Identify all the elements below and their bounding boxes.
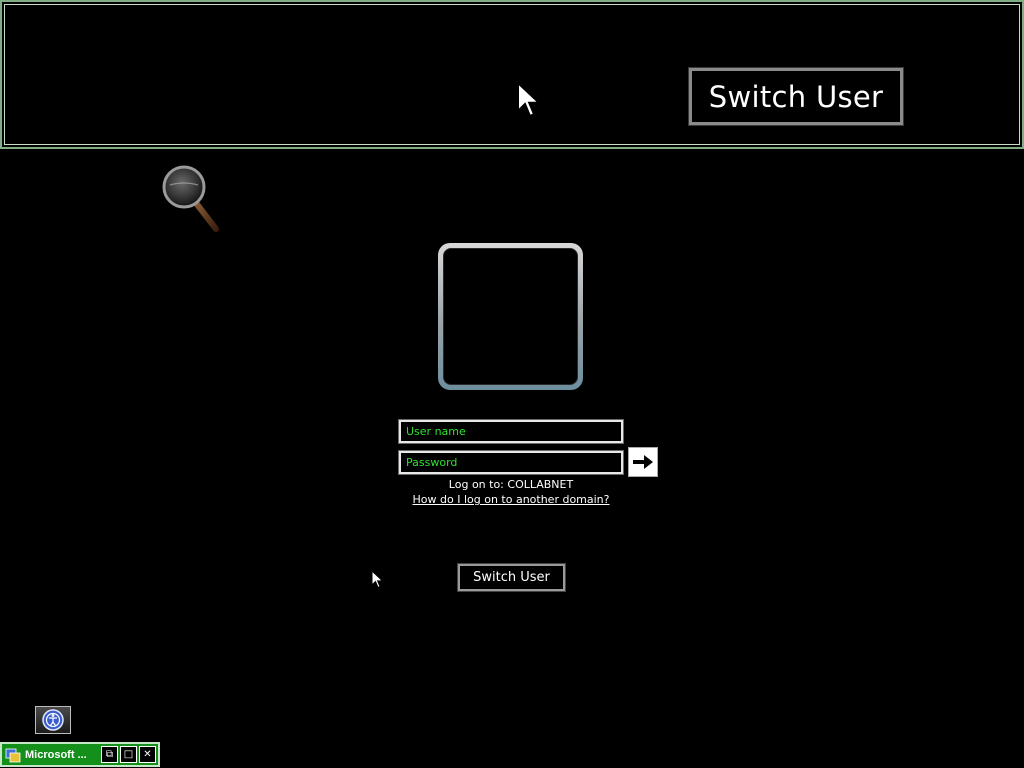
magnified-switch-user-button: Switch User [688, 67, 904, 126]
switch-user-button[interactable]: Switch User [457, 563, 566, 592]
minimized-window-title: Microsoft ... [25, 748, 87, 761]
maximize-icon: □ [123, 748, 134, 760]
close-button[interactable]: ✕ [139, 746, 156, 763]
restore-icon: ⧉ [105, 748, 114, 760]
magnifier-icon[interactable] [160, 163, 224, 235]
maximize-button[interactable]: □ [120, 746, 137, 763]
cursor-icon [371, 570, 384, 589]
close-icon: ✕ [143, 748, 152, 760]
ease-of-access-button[interactable] [35, 706, 71, 734]
arrow-right-icon [633, 455, 653, 469]
password-field[interactable] [398, 450, 624, 475]
app-icon [5, 748, 21, 762]
cursor-icon [517, 81, 542, 118]
user-tile [438, 243, 583, 390]
submit-arrow-button[interactable] [628, 447, 658, 477]
username-field[interactable] [398, 419, 624, 444]
domain-help-link[interactable]: How do I log on to another domain? [380, 493, 642, 506]
logon-to-text: Log on to: COLLABNET [448, 478, 574, 491]
magnifier-panel: Switch User [0, 0, 1024, 149]
ease-of-access-icon [42, 709, 64, 731]
restore-button[interactable]: ⧉ [101, 746, 118, 763]
user-picture [443, 248, 578, 385]
minimized-window[interactable]: Microsoft ... ⧉ □ ✕ [0, 742, 160, 767]
